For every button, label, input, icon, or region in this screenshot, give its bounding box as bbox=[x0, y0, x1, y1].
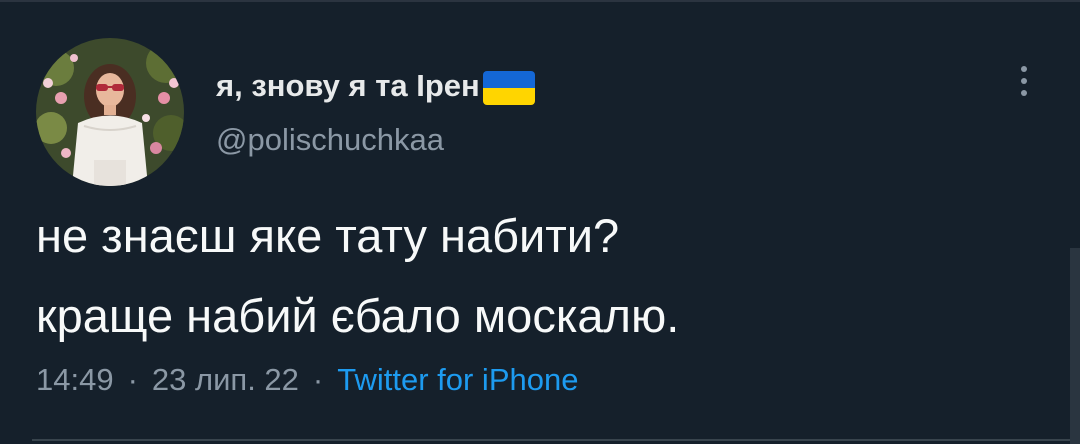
tweet-meta: 14:49 · 23 лип. 22 · Twitter for iPhone bbox=[36, 362, 578, 398]
top-divider bbox=[0, 0, 1080, 2]
tweet-text: не знаєш яке тату набити? краще набий єб… bbox=[36, 196, 1036, 356]
flag-top-stripe bbox=[482, 71, 535, 88]
meta-separator: · bbox=[127, 362, 138, 397]
author-display-name-row[interactable]: я, знову я та Ірен bbox=[216, 64, 535, 108]
ukraine-flag-icon bbox=[482, 71, 535, 105]
tweet-time[interactable]: 14:49 bbox=[36, 362, 114, 398]
tweet-text-line: краще набий єбало москалю. bbox=[36, 289, 680, 342]
tweet-text-line: не знаєш яке тату набити? bbox=[36, 209, 620, 262]
tweet-source-link[interactable]: Twitter for iPhone bbox=[337, 362, 578, 398]
tweet-card: я, знову я та Ірен @polischuchkaa не зна… bbox=[0, 0, 1080, 444]
avatar[interactable] bbox=[36, 38, 184, 186]
author-handle[interactable]: @polischuchkaa bbox=[216, 122, 444, 158]
more-options-icon[interactable] bbox=[1004, 56, 1044, 106]
flag-bottom-stripe bbox=[482, 88, 535, 105]
scrollbar[interactable] bbox=[1070, 248, 1080, 444]
bottom-divider bbox=[32, 439, 1072, 441]
author-display-name[interactable]: я, знову я та Ірен bbox=[216, 68, 480, 104]
avatar-photo bbox=[36, 38, 184, 186]
tweet-date[interactable]: 23 лип. 22 bbox=[152, 362, 299, 398]
meta-separator: · bbox=[312, 362, 324, 397]
